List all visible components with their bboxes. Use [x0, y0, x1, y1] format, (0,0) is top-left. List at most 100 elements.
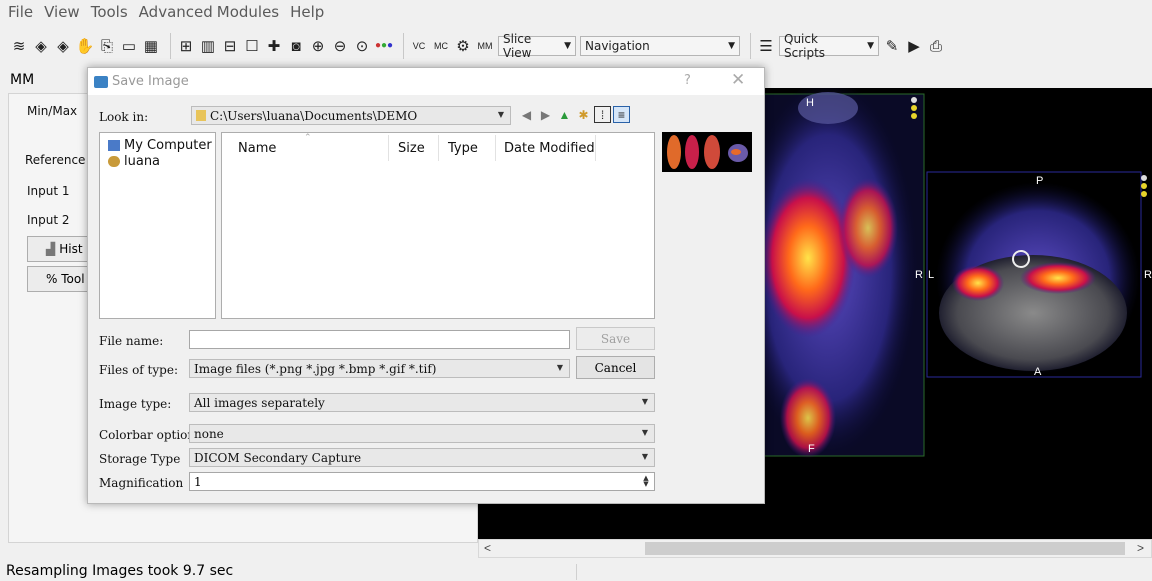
place-label: My Computer [124, 137, 212, 153]
scroll-right-icon[interactable]: > [1137, 541, 1144, 555]
back-icon[interactable]: ◀ [518, 106, 535, 123]
file-list[interactable]: Name ⌃ Size Type Date Modified [221, 132, 655, 319]
window-icon[interactable]: ▭ [120, 37, 138, 55]
pencil-icon[interactable]: ✎ [883, 37, 901, 55]
storage-type-label: Storage Type [99, 452, 181, 466]
scroll-left-icon[interactable]: < [484, 541, 491, 555]
magnification-spinbox[interactable]: 1 ▲ ▼ [189, 472, 655, 491]
chevron-down-icon: ▼ [641, 397, 648, 406]
script-run-icon[interactable]: ⎙ [927, 37, 945, 55]
column-date-modified[interactable]: Date Modified [504, 141, 595, 156]
status-bar: Resampling Images took 9.7 sec [0, 562, 1152, 581]
look-in-combo[interactable]: C:\Users\luana\Documents\DEMO ▼ [191, 106, 511, 125]
image-type-combo[interactable]: All images separately ▼ [189, 393, 655, 412]
chevron-down-icon: ▼ [497, 110, 504, 119]
mc-icon[interactable]: MC [432, 37, 450, 55]
toolbar-separator [170, 33, 171, 59]
input1-label: Input 1 [27, 184, 70, 198]
place-my-computer[interactable]: My Computer [100, 137, 215, 153]
mm-icon[interactable]: MM [476, 37, 494, 55]
axial-right-label: R [1144, 269, 1152, 281]
toolbar-separator [750, 33, 751, 59]
chevron-down-icon: ▼ [641, 452, 648, 461]
chevron-down-icon: ▼ [564, 41, 571, 51]
play-icon[interactable]: ▶ [905, 37, 923, 55]
navigation-combo[interactable]: Navigation ▼ [580, 36, 740, 56]
dots-color-icon[interactable]: ● ● ● [375, 37, 393, 55]
column-divider[interactable] [595, 135, 596, 161]
cancel-button[interactable]: Cancel [576, 356, 655, 379]
column-divider[interactable] [438, 135, 439, 161]
forward-icon[interactable]: ▶ [537, 106, 554, 123]
menu-view[interactable]: View [44, 3, 80, 21]
new-folder-icon[interactable]: ✱ [575, 106, 592, 123]
column-size[interactable]: Size [398, 141, 425, 156]
brain2-icon[interactable]: ◈ [54, 37, 72, 55]
look-in-value: C:\Users\luana\Documents\DEMO [210, 108, 418, 123]
quick-scripts-combo[interactable]: Quick Scripts ▼ [779, 32, 879, 60]
script-icon[interactable]: ☰ [757, 37, 775, 55]
layout-icon[interactable]: ⊟ [221, 37, 239, 55]
square-icon[interactable]: ☐ [243, 37, 261, 55]
storage-type-combo[interactable]: DICOM Secondary Capture ▼ [189, 448, 655, 467]
menu-help[interactable]: Help [290, 3, 324, 21]
layers-icon[interactable]: ≋ [10, 37, 28, 55]
slice-view-combo[interactable]: Slice View ▼ [498, 32, 576, 60]
close-button[interactable]: ✕ [731, 70, 745, 90]
minmax-label: Min/Max [27, 104, 78, 118]
detail-view-icon[interactable]: ≡ [613, 106, 630, 123]
save-button[interactable]: Save [576, 327, 655, 350]
gear-icon[interactable]: ⚙ [454, 37, 472, 55]
input2-label: Input 2 [27, 213, 70, 227]
chevron-down-icon: ▼ [556, 363, 563, 372]
coronal-right-label: R [915, 269, 923, 281]
navigation-label: Navigation [585, 39, 650, 53]
axial-view[interactable]: P A L R [926, 171, 1152, 378]
list-view-icon[interactable]: ⁞ [594, 106, 611, 123]
chevron-down-icon: ▼ [641, 428, 648, 437]
vc-icon[interactable]: VC [410, 37, 428, 55]
preview-thumbnail [667, 135, 748, 169]
files-of-type-combo[interactable]: Image files (*.png *.jpg *.bmp *.gif *.t… [189, 359, 570, 378]
copy-icon[interactable]: ⎘ [98, 37, 116, 55]
menu-tools[interactable]: Tools [91, 3, 128, 21]
axial-left-label: L [928, 269, 934, 281]
grid-2x2-icon[interactable]: ⊞ [177, 37, 195, 55]
dialog-titlebar[interactable]: Save Image ? ✕ [88, 68, 764, 95]
zoom-out-icon[interactable]: ⊖ [331, 37, 349, 55]
zoom-fit-icon[interactable]: ⊙ [353, 37, 371, 55]
toolbar-separator [403, 33, 404, 59]
computer-icon [108, 139, 120, 151]
main-toolbar: ≋ ◈ ◈ ✋ ⎘ ▭ ▦ ⊞ ▥ ⊟ ☐ ✚ ◙ ⊕ ⊖ ⊙ ● ● ● VC M… [0, 26, 1152, 66]
storage-type-value: DICOM Secondary Capture [194, 450, 362, 465]
coronal-top-label: H [806, 97, 814, 109]
colorbar-value: none [194, 426, 224, 441]
help-button[interactable]: ? [684, 73, 691, 88]
crosshair-icon[interactable]: ✚ [265, 37, 283, 55]
parent-folder-icon[interactable]: ▲ [556, 106, 573, 123]
reference-label: Reference [25, 153, 86, 167]
film-icon[interactable]: ▦ [142, 37, 160, 55]
menu-file[interactable]: File [8, 3, 33, 21]
column-name[interactable]: Name [238, 141, 276, 156]
file-name-input[interactable] [189, 330, 570, 349]
place-user-luana[interactable]: luana [100, 153, 215, 169]
column-divider[interactable] [495, 135, 496, 161]
zoom-in-icon[interactable]: ⊕ [309, 37, 327, 55]
column-divider[interactable] [388, 135, 389, 161]
menu-modules[interactable]: Modules [217, 3, 279, 21]
magnification-label: Magnification [99, 476, 184, 490]
horizontal-scrollbar[interactable]: < > [478, 539, 1152, 558]
camera-icon[interactable]: ◙ [287, 37, 305, 55]
coronal-view[interactable]: H F R [738, 78, 925, 458]
colorbar-combo[interactable]: none ▼ [189, 424, 655, 443]
brain-icon[interactable]: ◈ [32, 37, 50, 55]
coronal-bottom-label: F [808, 443, 815, 455]
hand-icon[interactable]: ✋ [76, 37, 95, 55]
menu-bar: File View Tools Advanced Modules Help [0, 0, 1152, 24]
spin-arrows-icon[interactable]: ▲ ▼ [641, 475, 651, 488]
menu-advanced[interactable]: Advanced [139, 3, 213, 21]
column-type[interactable]: Type [448, 141, 478, 156]
scrollbar-thumb[interactable] [645, 542, 1125, 555]
columns-icon[interactable]: ▥ [199, 37, 217, 55]
